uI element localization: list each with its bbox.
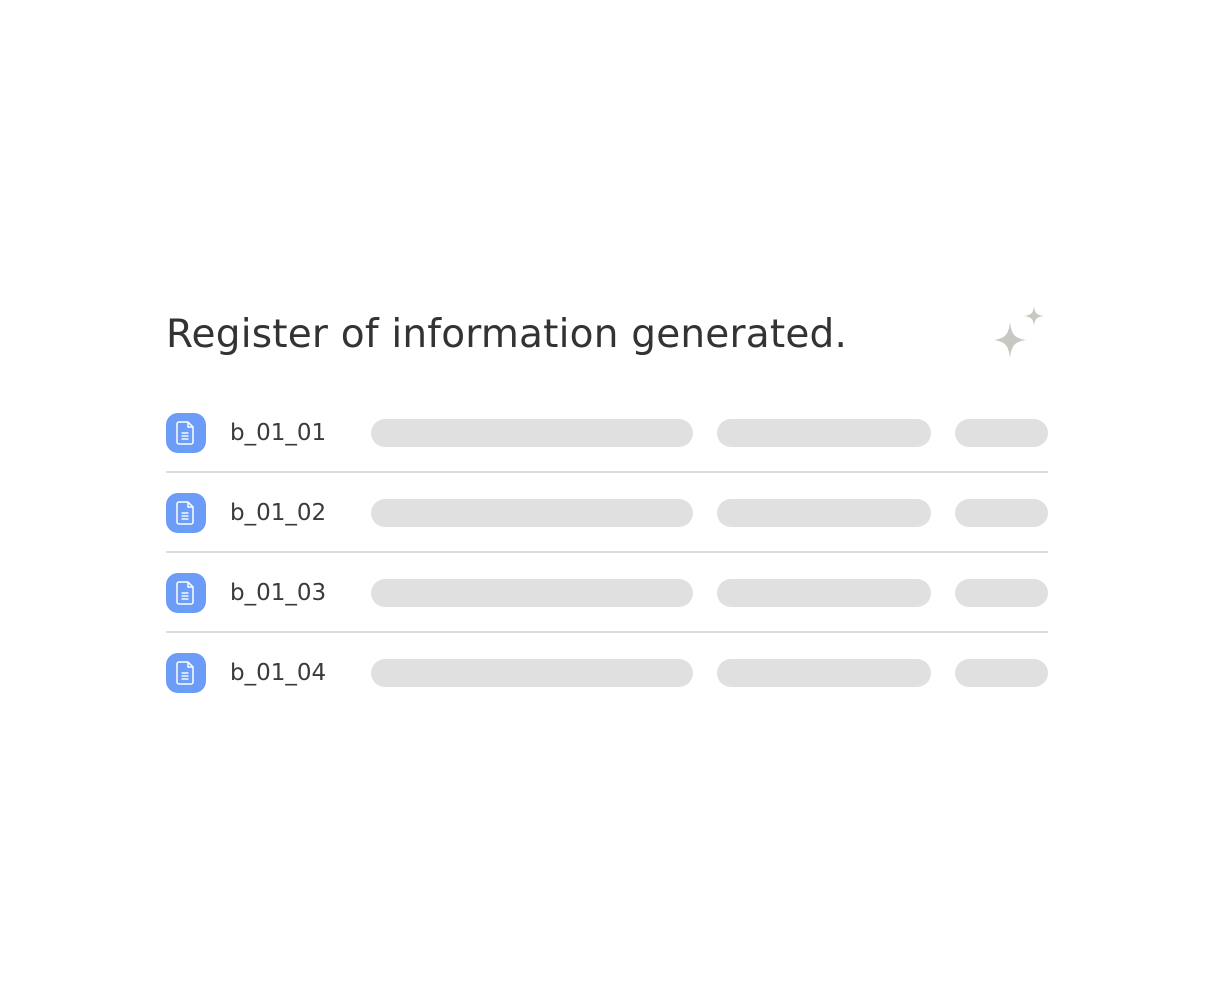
skeleton-bar xyxy=(371,579,693,607)
document-icon xyxy=(166,413,206,453)
skeleton-bar xyxy=(717,499,931,527)
list-item[interactable]: b_01_04 xyxy=(166,653,1048,693)
file-name: b_01_03 xyxy=(230,580,327,606)
file-name: b_01_02 xyxy=(230,500,327,526)
skeleton-bar xyxy=(955,419,1048,447)
skeleton-bar xyxy=(371,659,693,687)
skeleton-bar xyxy=(955,499,1048,527)
document-icon xyxy=(166,573,206,613)
row-divider xyxy=(166,631,1048,633)
register-card: Register of information generated. b_01_… xyxy=(166,300,1048,693)
skeleton-bar xyxy=(371,419,693,447)
list-item[interactable]: b_01_03 xyxy=(166,573,1048,633)
file-list: b_01_01 b_01_02 b_01_03 b_01_04 xyxy=(166,413,1048,693)
row-divider xyxy=(166,551,1048,553)
page-title: Register of information generated. xyxy=(166,312,848,357)
file-name: b_01_01 xyxy=(230,420,327,446)
file-name: b_01_04 xyxy=(230,660,327,686)
list-item[interactable]: b_01_01 xyxy=(166,413,1048,473)
skeleton-bar xyxy=(717,659,931,687)
sparkle-icon xyxy=(994,306,1044,358)
skeleton-bar xyxy=(955,659,1048,687)
document-icon xyxy=(166,653,206,693)
skeleton-bar xyxy=(371,499,693,527)
list-item[interactable]: b_01_02 xyxy=(166,493,1048,553)
skeleton-bar xyxy=(955,579,1048,607)
skeleton-bar xyxy=(717,419,931,447)
document-icon xyxy=(166,493,206,533)
header: Register of information generated. xyxy=(166,300,1048,380)
row-divider xyxy=(166,471,1048,473)
skeleton-bar xyxy=(717,579,931,607)
